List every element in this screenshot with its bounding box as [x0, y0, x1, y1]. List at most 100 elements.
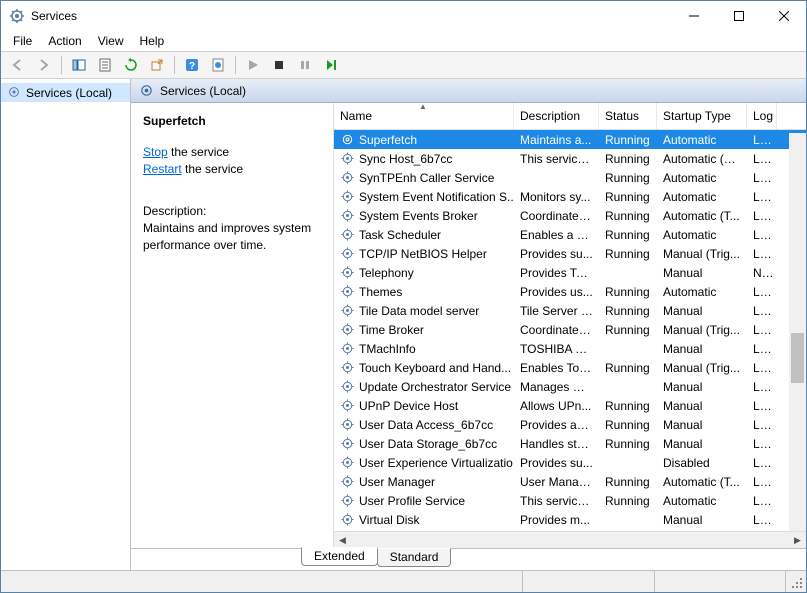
stop-link[interactable]: Stop — [143, 145, 168, 159]
service-row[interactable]: Sync Host_6b7ccThis service ...RunningAu… — [334, 149, 806, 168]
maximize-button[interactable] — [716, 1, 761, 31]
statusbar — [1, 570, 806, 592]
export-button[interactable] — [145, 54, 169, 76]
window-title: Services — [31, 9, 671, 23]
tab-standard[interactable]: Standard — [377, 548, 452, 567]
stop-service-button[interactable] — [267, 54, 291, 76]
service-row[interactable]: System Event Notification S...Monitors s… — [334, 187, 806, 206]
cell-name: User Experience Virtualizatio... — [334, 455, 514, 470]
service-row[interactable]: Update Orchestrator ServiceManages W...M… — [334, 377, 806, 396]
service-row[interactable]: Task SchedulerEnables a us...RunningAuto… — [334, 225, 806, 244]
properties-button[interactable] — [93, 54, 117, 76]
forward-button[interactable] — [32, 54, 56, 76]
cell-startup: Manual (Trig... — [657, 361, 747, 375]
service-row[interactable]: Time BrokerCoordinates...RunningManual (… — [334, 320, 806, 339]
cell-description: TOSHIBA M... — [514, 342, 599, 356]
cell-startup: Manual — [657, 342, 747, 356]
list-body: SuperfetchMaintains a...RunningAutomatic… — [334, 130, 806, 531]
pane-header: Services (Local) — [131, 79, 806, 103]
help-topics-button[interactable] — [206, 54, 230, 76]
cell-status: Running — [599, 494, 657, 508]
service-row[interactable]: SynTPEnh Caller ServiceRunningAutomaticL… — [334, 168, 806, 187]
restart-link[interactable]: Restart — [143, 162, 182, 176]
start-service-button[interactable] — [241, 54, 265, 76]
cell-name: User Profile Service — [334, 493, 514, 508]
tab-extended[interactable]: Extended — [301, 547, 378, 566]
column-status[interactable]: Status — [599, 103, 657, 129]
horizontal-scrollbar[interactable]: ◀ ▶ — [334, 531, 806, 548]
cell-status: Running — [599, 133, 657, 147]
service-row[interactable]: User Data Access_6b7ccProvides ap...Runn… — [334, 415, 806, 434]
pane-header-label: Services (Local) — [160, 84, 246, 98]
cell-startup: Automatic — [657, 190, 747, 204]
minimize-button[interactable] — [671, 1, 716, 31]
cell-description: Manages W... — [514, 380, 599, 394]
menu-file[interactable]: File — [5, 32, 40, 50]
column-description[interactable]: Description — [514, 103, 599, 129]
service-row[interactable]: User Data Storage_6b7ccHandles sto...Run… — [334, 434, 806, 453]
cell-status: Running — [599, 171, 657, 185]
cell-logon: Loc — [747, 399, 777, 413]
navigation-pane: Services (Local) — [1, 79, 131, 570]
cell-logon: Loc — [747, 342, 777, 356]
service-row[interactable]: TCP/IP NetBIOS HelperProvides su...Runni… — [334, 244, 806, 263]
cell-name: Sync Host_6b7cc — [334, 151, 514, 166]
service-row[interactable]: Virtual DiskProvides m...ManualLoc — [334, 510, 806, 529]
cell-logon: Loc — [747, 380, 777, 394]
cell-startup: Automatic (T... — [657, 475, 747, 489]
vertical-scrollbar[interactable] — [789, 133, 806, 531]
cell-name: SynTPEnh Caller Service — [334, 170, 514, 185]
service-row[interactable]: User ManagerUser Manag...RunningAutomati… — [334, 472, 806, 491]
cell-startup: Automatic (D... — [657, 152, 747, 166]
scrollbar-thumb[interactable] — [791, 333, 804, 383]
cell-description: Coordinates... — [514, 209, 599, 223]
scroll-left-icon[interactable]: ◀ — [334, 532, 351, 549]
cell-description: Handles sto... — [514, 437, 599, 451]
scroll-right-icon[interactable]: ▶ — [789, 532, 806, 549]
service-row[interactable]: TMachInfoTOSHIBA M...ManualLoc — [334, 339, 806, 358]
menu-help[interactable]: Help — [132, 32, 173, 50]
service-row[interactable]: UPnP Device HostAllows UPn...RunningManu… — [334, 396, 806, 415]
restart-service-button[interactable] — [319, 54, 343, 76]
service-row[interactable]: System Events BrokerCoordinates...Runnin… — [334, 206, 806, 225]
cell-name: Virtual Disk — [334, 512, 514, 527]
cell-description: Provides su... — [514, 247, 599, 261]
menu-view[interactable]: View — [90, 32, 132, 50]
cell-description: Coordinates... — [514, 323, 599, 337]
column-logon[interactable]: Log — [747, 103, 777, 129]
menu-action[interactable]: Action — [40, 32, 89, 50]
nav-services-local[interactable]: Services (Local) — [1, 83, 130, 102]
show-hide-tree-button[interactable] — [67, 54, 91, 76]
cell-logon: Loc — [747, 475, 777, 489]
resize-grip-icon[interactable] — [786, 571, 806, 592]
cell-startup: Manual — [657, 304, 747, 318]
cell-status: Running — [599, 437, 657, 451]
cell-name: System Event Notification S... — [334, 189, 514, 204]
service-row[interactable]: ThemesProvides us...RunningAutomaticLoc — [334, 282, 806, 301]
cell-status: Running — [599, 190, 657, 204]
close-button[interactable] — [761, 1, 806, 31]
column-startup-type[interactable]: Startup Type — [657, 103, 747, 129]
cell-name: TCP/IP NetBIOS Helper — [334, 246, 514, 261]
cell-startup: Automatic (T... — [657, 209, 747, 223]
cell-status: Running — [599, 304, 657, 318]
cell-logon: Loc — [747, 323, 777, 337]
service-row[interactable]: User Profile ServiceThis service ...Runn… — [334, 491, 806, 510]
cell-startup: Manual — [657, 399, 747, 413]
cell-description: Monitors sy... — [514, 190, 599, 204]
cell-name: Tile Data model server — [334, 303, 514, 318]
pause-service-button[interactable] — [293, 54, 317, 76]
back-button[interactable] — [6, 54, 30, 76]
cell-name: Telephony — [334, 265, 514, 280]
service-row[interactable]: TelephonyProvides Tel...ManualNet — [334, 263, 806, 282]
cell-description: User Manag... — [514, 475, 599, 489]
service-row[interactable]: User Experience Virtualizatio...Provides… — [334, 453, 806, 472]
gear-icon — [139, 83, 154, 98]
service-row[interactable]: SuperfetchMaintains a...RunningAutomatic… — [334, 130, 806, 149]
cell-name: Task Scheduler — [334, 227, 514, 242]
refresh-button[interactable] — [119, 54, 143, 76]
help-button[interactable]: ? — [180, 54, 204, 76]
service-row[interactable]: Touch Keyboard and Hand...Enables Tou...… — [334, 358, 806, 377]
cell-startup: Automatic — [657, 133, 747, 147]
service-row[interactable]: Tile Data model serverTile Server f...Ru… — [334, 301, 806, 320]
